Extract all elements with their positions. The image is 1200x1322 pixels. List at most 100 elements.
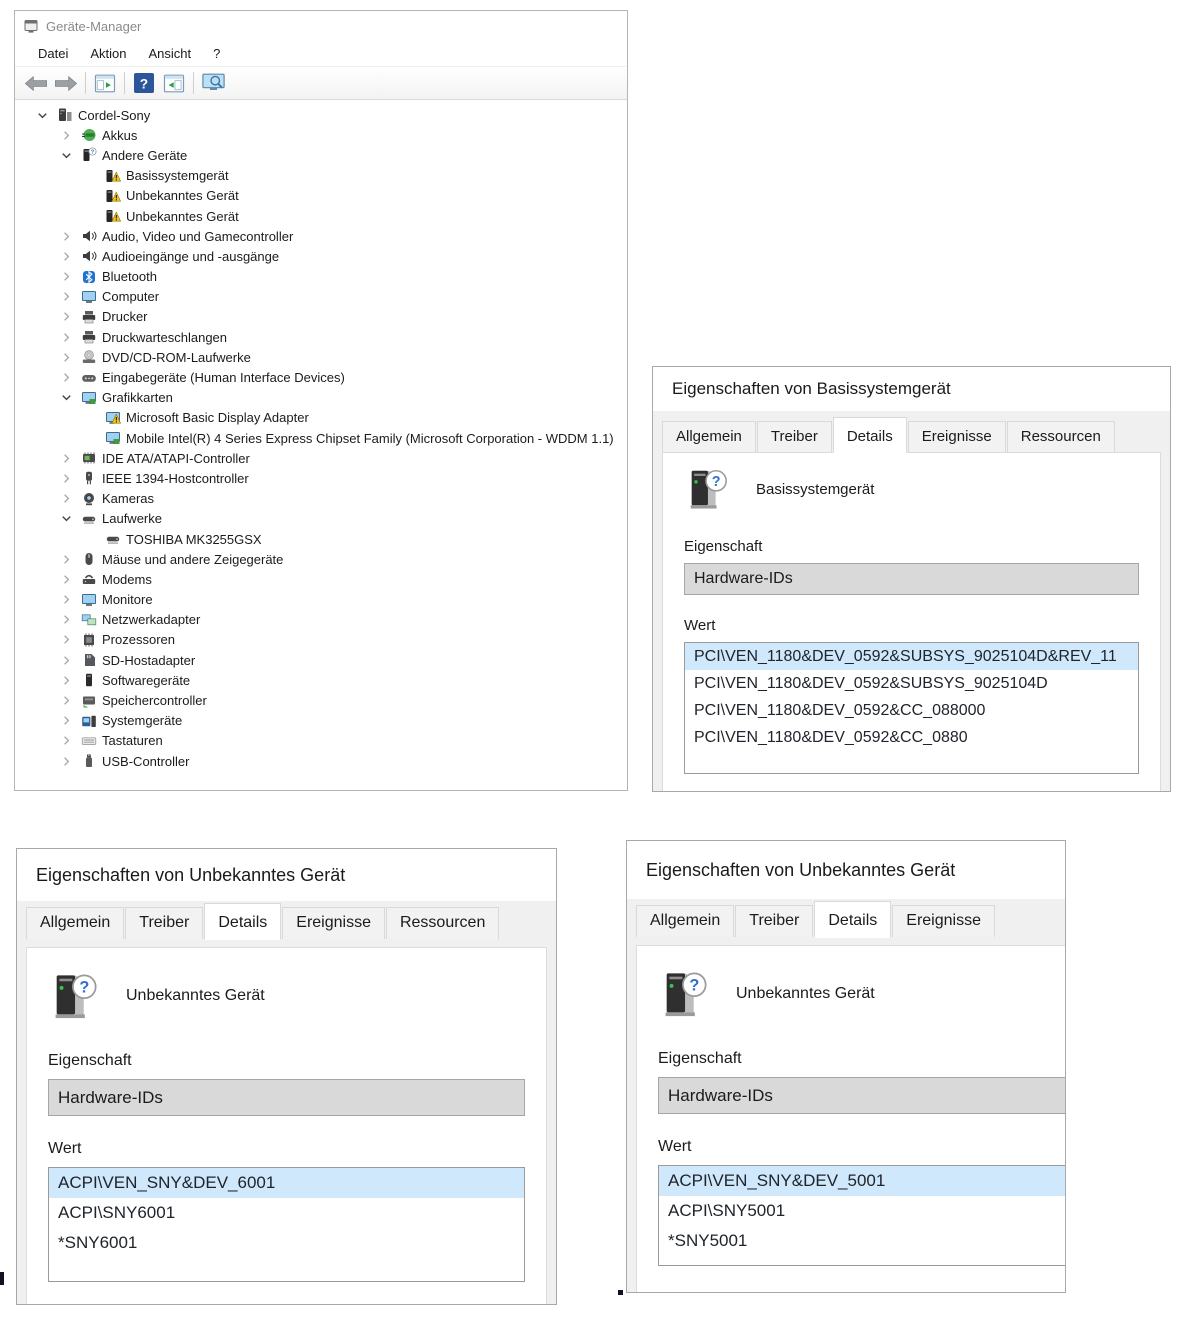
tree-item-tastaturen[interactable]: Tastaturen [16, 731, 626, 751]
chevron-right-icon[interactable] [58, 350, 74, 365]
tree-item-softwaregeräte[interactable]: Softwaregeräte [16, 670, 626, 690]
chevron-right-icon[interactable] [58, 612, 74, 627]
tab-details[interactable]: Details [814, 901, 891, 938]
forward-button[interactable] [51, 70, 81, 96]
chevron-right-icon[interactable] [58, 128, 74, 143]
tree-item-speichercontroller[interactable]: Speichercontroller [16, 690, 626, 710]
hardware-id-value[interactable]: *SNY6001 [49, 1228, 524, 1258]
show-action-pane-button[interactable] [159, 70, 189, 96]
chevron-right-icon[interactable] [58, 632, 74, 647]
tab-ereignisse[interactable]: Ereignisse [908, 421, 1006, 452]
tab-ereignisse[interactable]: Ereignisse [282, 907, 385, 939]
tree-item-systemgeräte[interactable]: Systemgeräte [16, 711, 626, 731]
tab-details[interactable]: Details [204, 903, 281, 940]
tree-item-unbekanntes-gerät[interactable]: Unbekanntes Gerät [16, 206, 626, 226]
tree-item-ide-ata-atapi-controller[interactable]: IDE ATA/ATAPI-Controller [16, 448, 626, 468]
help-button[interactable]: ? [129, 70, 159, 96]
menu-item-aktion[interactable]: Aktion [79, 43, 137, 64]
hardware-id-value[interactable]: PCI\VEN_1180&DEV_0592&SUBSYS_9025104D&RE… [685, 643, 1138, 670]
tree-item-ieee-1394-hostcontroller[interactable]: IEEE 1394-Hostcontroller [16, 468, 626, 488]
tab-allgemein[interactable]: Allgemein [636, 905, 734, 937]
tree-item-label: Speichercontroller [102, 693, 207, 708]
hardware-id-value[interactable]: PCI\VEN_1180&DEV_0592&CC_0880 [685, 724, 1138, 751]
screenshot-artifact [0, 1272, 4, 1285]
tree-item-toshiba-mk3255gsx[interactable]: TOSHIBA MK3255GSX [16, 529, 626, 549]
chevron-right-icon[interactable] [58, 693, 74, 708]
chevron-down-icon[interactable] [58, 390, 74, 405]
tab-treiber[interactable]: Treiber [125, 907, 203, 939]
tree-item-mäuse-und-andere-zeigegeräte[interactable]: Mäuse und andere Zeigegeräte [16, 549, 626, 569]
chevron-right-icon[interactable] [58, 229, 74, 244]
chevron-right-icon[interactable] [58, 673, 74, 688]
tree-item-mobile-intel-r-4-series-express-chipset-[interactable]: Mobile Intel(R) 4 Series Express Chipset… [16, 428, 626, 448]
tree-item-microsoft-basic-display-adapter[interactable]: Microsoft Basic Display Adapter [16, 408, 626, 428]
chevron-right-icon[interactable] [58, 269, 74, 284]
tree-item-modems[interactable]: Modems [16, 569, 626, 589]
chevron-down-icon[interactable] [58, 148, 74, 163]
chevron-right-icon[interactable] [58, 713, 74, 728]
tree-item-prozessoren[interactable]: Prozessoren [16, 630, 626, 650]
chevron-down-icon[interactable] [58, 511, 74, 526]
tab-allgemein[interactable]: Allgemein [26, 907, 124, 939]
hardware-id-value[interactable]: PCI\VEN_1180&DEV_0592&CC_088000 [685, 697, 1138, 724]
tab-allgemein[interactable]: Allgemein [662, 421, 756, 452]
tab-ereignisse[interactable]: Ereignisse [892, 905, 995, 937]
tree-item-akkus[interactable]: Akkus [16, 125, 626, 145]
tree-item-kameras[interactable]: Kameras [16, 489, 626, 509]
window-title: Geräte-Manager [46, 19, 141, 34]
hardware-id-value[interactable]: ACPI\VEN_SNY&DEV_6001 [49, 1168, 524, 1198]
menu-item-datei[interactable]: Datei [27, 43, 79, 64]
tab-details[interactable]: Details [833, 417, 907, 453]
hardware-id-value[interactable]: PCI\VEN_1180&DEV_0592&SUBSYS_9025104D [685, 670, 1138, 697]
chevron-right-icon[interactable] [58, 552, 74, 567]
property-dropdown[interactable]: Hardware-IDs [684, 563, 1139, 595]
tab-ressourcen[interactable]: Ressourcen [1007, 421, 1115, 452]
chevron-right-icon[interactable] [58, 471, 74, 486]
tree-item-netzwerkadapter[interactable]: Netzwerkadapter [16, 610, 626, 630]
hardware-id-value[interactable]: ACPI\SNY6001 [49, 1198, 524, 1228]
tree-item-basissystemgerät[interactable]: Basissystemgerät [16, 166, 626, 186]
show-console-tree-button[interactable] [90, 70, 120, 96]
tree-item-computer[interactable]: Computer [16, 287, 626, 307]
chevron-down-icon[interactable] [34, 108, 50, 123]
tree-item-audio-video-und-gamecontroller[interactable]: Audio, Video und Gamecontroller [16, 226, 626, 246]
tab-treiber[interactable]: Treiber [735, 905, 813, 937]
tree-item-usb-controller[interactable]: USB-Controller [16, 751, 626, 771]
tree-item-andere-geräte[interactable]: ?Andere Geräte [16, 145, 626, 165]
tree-item-dvd-cd-rom-laufwerke[interactable]: DVD/CD-ROM-Laufwerke [16, 347, 626, 367]
scan-hardware-button[interactable] [198, 70, 228, 96]
back-button[interactable] [21, 70, 51, 96]
tab-treiber[interactable]: Treiber [757, 421, 832, 452]
chevron-right-icon[interactable] [58, 330, 74, 345]
hardware-id-value[interactable]: ACPI\VEN_SNY&DEV_5001 [659, 1166, 1065, 1196]
tree-item-bluetooth[interactable]: Bluetooth [16, 267, 626, 287]
tree-item-eingabegeräte-human-interface-devices-[interactable]: Eingabegeräte (Human Interface Devices) [16, 367, 626, 387]
chevron-right-icon[interactable] [58, 249, 74, 264]
chevron-right-icon[interactable] [58, 653, 74, 668]
tree-item-unbekanntes-gerät[interactable]: Unbekanntes Gerät [16, 186, 626, 206]
chevron-right-icon[interactable] [58, 309, 74, 324]
property-dropdown[interactable]: Hardware-IDs [48, 1079, 525, 1116]
tree-item-druckwarteschlangen[interactable]: Druckwarteschlangen [16, 327, 626, 347]
chevron-right-icon[interactable] [58, 754, 74, 769]
property-dropdown[interactable]: Hardware-IDs [658, 1077, 1065, 1114]
chevron-right-icon[interactable] [58, 592, 74, 607]
hardware-id-value[interactable]: *SNY5001 [659, 1226, 1065, 1256]
hardware-id-value[interactable]: ACPI\SNY5001 [659, 1196, 1065, 1226]
chevron-right-icon[interactable] [58, 370, 74, 385]
tree-item-grafikkarten[interactable]: Grafikkarten [16, 388, 626, 408]
chevron-right-icon[interactable] [58, 451, 74, 466]
tree-item-audioeingänge-und-ausgänge[interactable]: Audioeingänge und -ausgänge [16, 246, 626, 266]
chevron-right-icon[interactable] [58, 572, 74, 587]
menu-item-ansicht[interactable]: Ansicht [138, 43, 203, 64]
tab-ressourcen[interactable]: Ressourcen [386, 907, 499, 939]
tree-item-sd-hostadapter[interactable]: SD-Hostadapter [16, 650, 626, 670]
tree-item-monitore[interactable]: Monitore [16, 590, 626, 610]
chevron-right-icon[interactable] [58, 289, 74, 304]
tree-item-drucker[interactable]: Drucker [16, 307, 626, 327]
chevron-right-icon[interactable] [58, 733, 74, 748]
menu-item-help[interactable]: ? [202, 43, 231, 64]
chevron-right-icon[interactable] [58, 491, 74, 506]
tree-item-laufwerke[interactable]: Laufwerke [16, 509, 626, 529]
tree-item-cordel-sony[interactable]: Cordel-Sony [16, 105, 626, 125]
